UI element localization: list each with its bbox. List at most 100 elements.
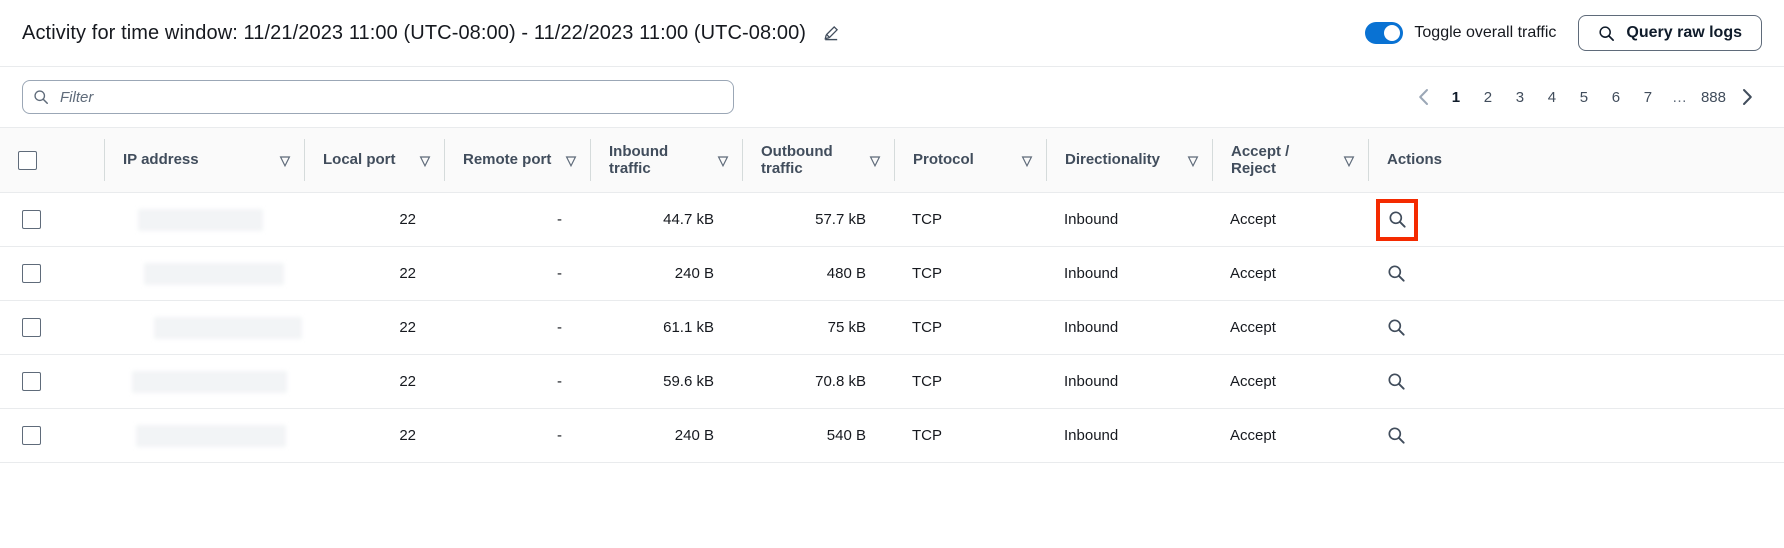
cell-outbound-traffic: 57.7 kB [742, 192, 894, 247]
column-label: Inbound traffic [609, 142, 669, 177]
row-select-cell [0, 300, 104, 355]
row-select-checkbox[interactable] [22, 264, 41, 283]
cell-remote-port: - [444, 408, 590, 463]
filter-input-wrapper[interactable] [22, 80, 734, 114]
table-row: 22-44.7 kB 57.7 kB TCP Inbound Accept [0, 192, 1784, 247]
cell-remote-port: - [444, 246, 590, 301]
column-filter-caret-down-icon[interactable]: ▽ [870, 154, 880, 167]
table-row: 22-59.6 kB 70.8 kB TCP Inbound Accept [0, 354, 1784, 409]
cell-local-port: 22 [304, 408, 444, 463]
row-select-cell [0, 192, 104, 247]
query-raw-logs-button[interactable]: Query raw logs [1578, 15, 1762, 51]
cell-accept-reject: Accept [1212, 300, 1368, 355]
search-icon [33, 89, 49, 105]
cell-inbound-traffic: 240 B [590, 246, 742, 301]
pagination-ellipsis: … [1671, 88, 1688, 106]
column-label: Actions [1387, 151, 1443, 169]
row-select-checkbox[interactable] [22, 318, 41, 337]
table-row: 22-240 B 540 B TCP Inbound Accept [0, 408, 1784, 463]
activity-panel: Activity for time window: 11/21/2023 11:… [0, 0, 1784, 548]
select-all-header [0, 127, 104, 193]
pagination-page-1[interactable]: 1 [1441, 82, 1471, 112]
column-header-protocol: Protocol ▽ [894, 127, 1046, 193]
cell-actions [1368, 192, 1784, 247]
pencil-icon[interactable] [820, 22, 842, 44]
row-search-icon[interactable] [1376, 198, 1418, 241]
row-select-cell [0, 246, 104, 301]
redacted-ip-address [136, 424, 286, 447]
column-label: IP address [123, 151, 199, 169]
panel-header: Activity for time window: 11/21/2023 11:… [0, 0, 1784, 67]
cell-ip-address [104, 408, 304, 463]
table-header: IP address ▽ Local port ▽ Remote port ▽ [0, 127, 1784, 193]
pagination-page-5[interactable]: 5 [1569, 82, 1599, 112]
cell-inbound-traffic: 61.1 kB [590, 300, 742, 355]
filter-toolbar: 1 2 3 4 5 6 7 … 888 [0, 67, 1784, 127]
select-all-checkbox[interactable] [18, 150, 37, 170]
cell-protocol: TCP [894, 408, 1046, 463]
toggle-label: Toggle overall traffic [1414, 24, 1557, 41]
cell-outbound-traffic: 75 kB [742, 300, 894, 355]
cell-actions [1368, 300, 1784, 355]
activity-table: IP address ▽ Local port ▽ Remote port ▽ [0, 127, 1784, 463]
cell-accept-reject: Accept [1212, 246, 1368, 301]
column-label: Accept / Reject [1231, 142, 1290, 177]
cell-directionality: Inbound [1046, 408, 1212, 463]
pagination-page-7[interactable]: 7 [1633, 82, 1663, 112]
column-filter-caret-down-icon[interactable]: ▽ [1344, 154, 1354, 167]
table-row: 22-61.1 kB 75 kB TCP Inbound Accept [0, 300, 1784, 355]
column-header-actions: Actions [1368, 127, 1784, 193]
cell-inbound-traffic: 44.7 kB [590, 192, 742, 247]
cell-outbound-traffic: 480 B [742, 246, 894, 301]
pagination-next-chevron-right-icon[interactable] [1732, 82, 1762, 112]
column-label: Directionality [1065, 151, 1161, 169]
column-label: Local port [323, 151, 396, 169]
cell-local-port: 22 [304, 354, 444, 409]
pagination-page-3[interactable]: 3 [1505, 82, 1535, 112]
column-header-local-port: Local port ▽ [304, 127, 444, 193]
pagination: 1 2 3 4 5 6 7 … 888 [1409, 82, 1762, 112]
column-filter-caret-down-icon[interactable]: ▽ [718, 154, 728, 167]
toggle-switch[interactable] [1365, 22, 1404, 44]
redacted-ip-address [154, 316, 302, 339]
redacted-ip-address [132, 370, 287, 393]
pagination-prev-chevron-left-icon[interactable] [1409, 82, 1439, 112]
column-filter-caret-down-icon[interactable]: ▽ [566, 154, 576, 167]
pagination-page-6[interactable]: 6 [1601, 82, 1631, 112]
table-row: 22-240 B 480 B TCP Inbound Accept [0, 246, 1784, 301]
row-search-icon[interactable] [1382, 314, 1410, 342]
cell-actions [1368, 246, 1784, 301]
pagination-page-2[interactable]: 2 [1473, 82, 1503, 112]
row-search-icon[interactable] [1382, 422, 1410, 450]
toggle-overall-traffic[interactable]: Toggle overall traffic [1365, 22, 1556, 44]
pagination-page-4[interactable]: 4 [1537, 82, 1567, 112]
row-select-checkbox[interactable] [22, 210, 41, 229]
column-label: Outbound traffic [761, 142, 833, 177]
pagination-page-888[interactable]: 888 [1697, 82, 1730, 112]
cell-outbound-traffic: 70.8 kB [742, 354, 894, 409]
cell-actions [1368, 354, 1784, 409]
cell-actions [1368, 408, 1784, 463]
column-filter-caret-down-icon[interactable]: ▽ [280, 154, 290, 167]
row-select-checkbox[interactable] [22, 372, 41, 391]
column-filter-caret-down-icon[interactable]: ▽ [420, 154, 430, 167]
table-body: 22-44.7 kB 57.7 kB TCP Inbound Accept 22-240 … [0, 192, 1784, 463]
cell-directionality: Inbound [1046, 246, 1212, 301]
cell-accept-reject: Accept [1212, 192, 1368, 247]
cell-remote-port: - [444, 300, 590, 355]
row-select-checkbox[interactable] [22, 426, 41, 445]
cell-accept-reject: Accept [1212, 408, 1368, 463]
cell-protocol: TCP [894, 246, 1046, 301]
cell-protocol: TCP [894, 354, 1046, 409]
column-filter-caret-down-icon[interactable]: ▽ [1188, 154, 1198, 167]
row-search-icon[interactable] [1382, 368, 1410, 396]
cell-local-port: 22 [304, 192, 444, 247]
cell-inbound-traffic: 240 B [590, 408, 742, 463]
column-header-directionality: Directionality ▽ [1046, 127, 1212, 193]
column-filter-caret-down-icon[interactable]: ▽ [1022, 154, 1032, 167]
cell-remote-port: - [444, 192, 590, 247]
search-input[interactable] [58, 87, 723, 107]
cell-ip-address [104, 354, 304, 409]
cell-remote-port: - [444, 354, 590, 409]
row-search-icon[interactable] [1382, 260, 1410, 288]
